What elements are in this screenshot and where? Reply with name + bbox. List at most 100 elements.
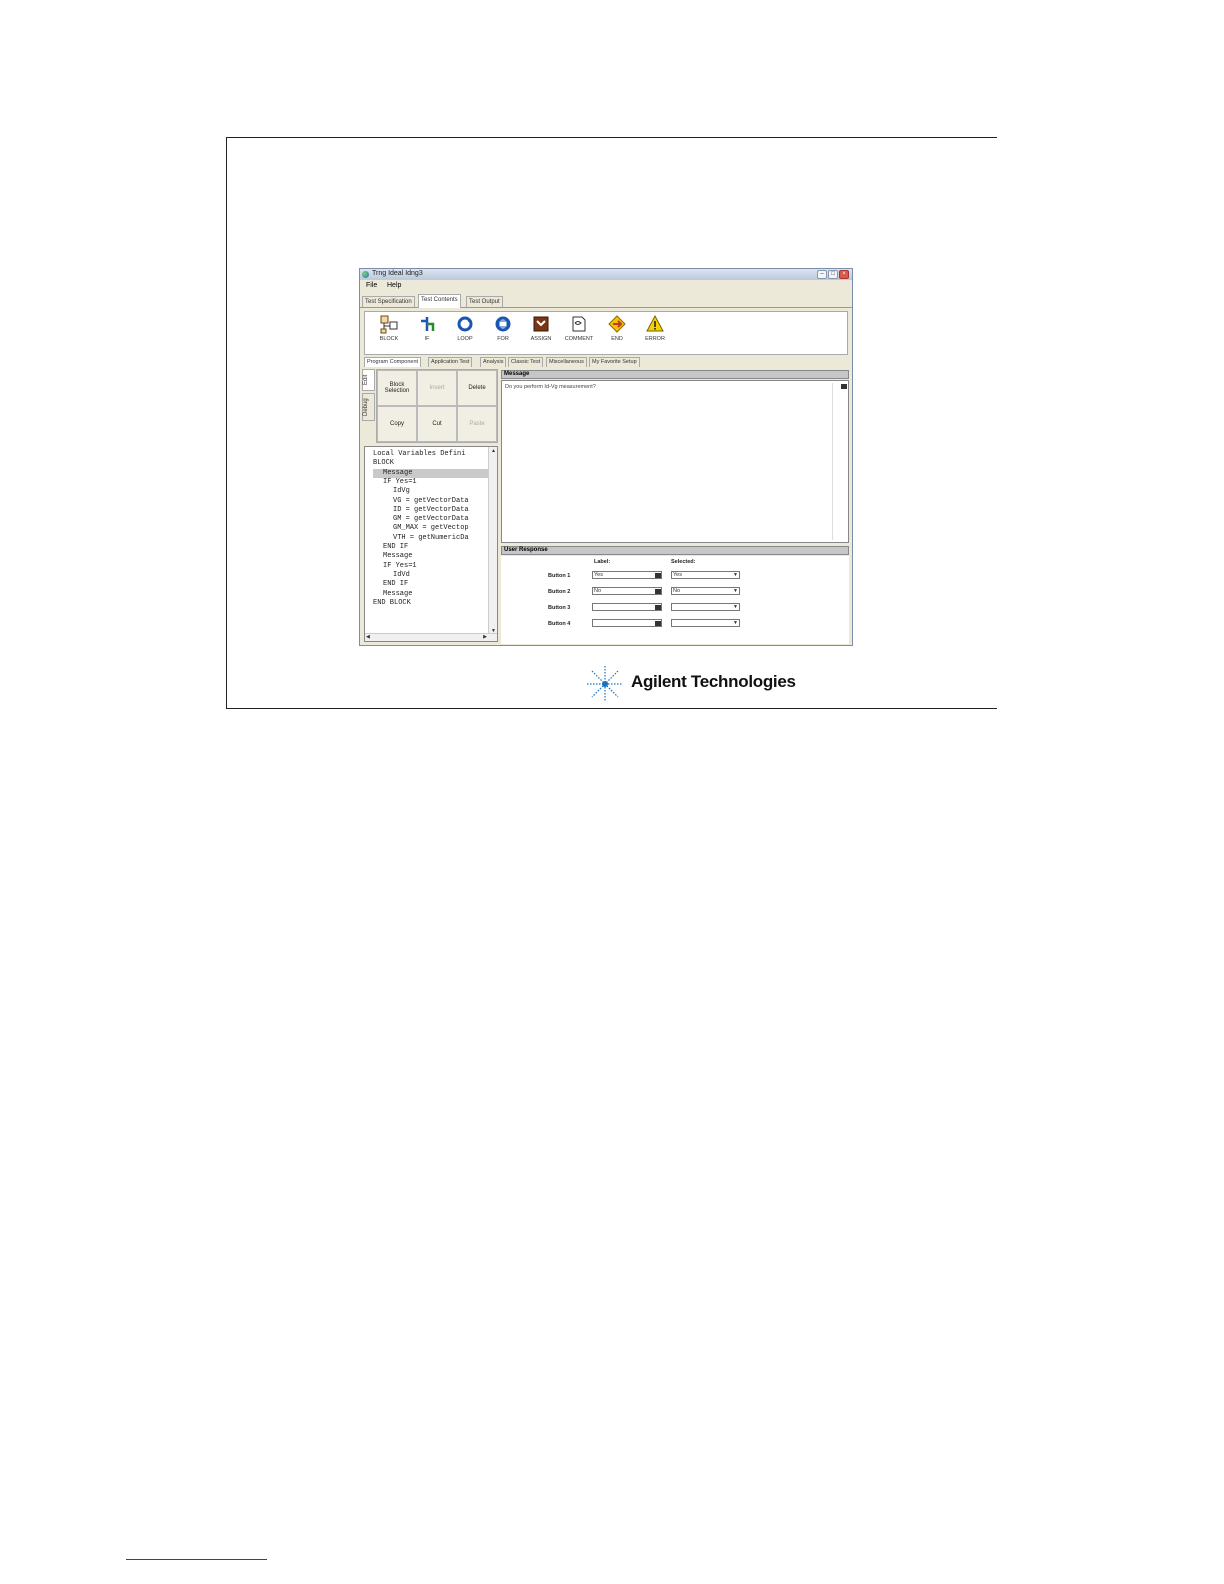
edit-icon[interactable] bbox=[655, 621, 661, 626]
program-tree[interactable]: Local Variables Defini BLOCK Message IF Yes… bbox=[364, 446, 498, 642]
label-column-header: Label: bbox=[594, 559, 611, 565]
chevron-down-icon[interactable]: ▼ bbox=[733, 588, 738, 594]
minimize-icon[interactable]: – bbox=[817, 270, 827, 279]
chevron-down-icon[interactable]: ▼ bbox=[733, 604, 738, 610]
title-bar[interactable]: Trng Ideal Idng3 – □ × bbox=[360, 269, 852, 280]
tool-if[interactable]: IF bbox=[410, 314, 444, 352]
if-icon bbox=[421, 317, 435, 331]
tool-end[interactable]: END bbox=[600, 314, 634, 352]
button-4-label-field[interactable] bbox=[592, 619, 662, 627]
tree-node[interactable]: VG = getVectorData bbox=[393, 497, 469, 506]
for-icon bbox=[495, 316, 511, 332]
tool-label: ERROR bbox=[645, 336, 665, 342]
copy-button[interactable]: Copy bbox=[377, 406, 417, 442]
edit-icon[interactable] bbox=[655, 589, 661, 594]
tree-node[interactable]: IF Yes=1 bbox=[383, 562, 417, 571]
tool-label: BLOCK bbox=[379, 336, 399, 342]
message-text[interactable]: Do you perform Id-Vg measurement? bbox=[505, 384, 596, 390]
button-2-label-field[interactable]: No bbox=[592, 587, 662, 595]
button-3-label-field[interactable] bbox=[592, 603, 662, 611]
button-3-selected-dropdown[interactable] bbox=[671, 603, 740, 611]
button-1-label-field[interactable]: Yes bbox=[592, 571, 662, 579]
tool-for[interactable]: FOR bbox=[486, 314, 520, 352]
button-row-label: Button 2 bbox=[548, 589, 571, 595]
comment-icon bbox=[572, 316, 586, 332]
tool-comment[interactable]: COMMENT bbox=[562, 314, 596, 352]
palette-tabs: Program Component Application Test Analy… bbox=[360, 357, 852, 367]
maximize-icon[interactable]: □ bbox=[828, 270, 838, 279]
tree-horizontal-scrollbar[interactable]: ◀ ▶ bbox=[365, 633, 497, 641]
loop-icon bbox=[457, 316, 473, 332]
edit-icon[interactable] bbox=[655, 573, 661, 578]
tab-test-contents[interactable]: Test Contents bbox=[418, 294, 461, 308]
scroll-left-icon[interactable]: ◀ bbox=[366, 634, 370, 640]
message-editor-icon[interactable] bbox=[841, 384, 847, 389]
tree-node[interactable]: END BLOCK bbox=[373, 599, 411, 608]
tab-miscellaneous[interactable]: Miscellaneous bbox=[546, 357, 587, 367]
tree-node[interactable]: Local Variables Defini bbox=[373, 450, 465, 459]
cut-button[interactable]: Cut bbox=[417, 406, 457, 442]
delete-button[interactable]: Delete bbox=[457, 370, 497, 406]
logo-text: Agilent Technologies bbox=[631, 672, 796, 691]
tree-node[interactable]: GM = getVectorData bbox=[393, 515, 469, 524]
tool-label: LOOP bbox=[457, 336, 473, 342]
tab-my-favorite-setup[interactable]: My Favorite Setup bbox=[589, 357, 640, 367]
tab-program-component[interactable]: Program Component bbox=[364, 357, 422, 367]
edit-icon[interactable] bbox=[655, 605, 661, 610]
tab-test-output[interactable]: Test Output bbox=[466, 296, 503, 307]
tree-node[interactable]: Message bbox=[383, 590, 412, 599]
scroll-right-icon[interactable]: ▶ bbox=[483, 634, 487, 640]
window-title: Trng Ideal Idng3 bbox=[372, 270, 423, 277]
tab-classic-test[interactable]: Classic Test bbox=[508, 357, 544, 367]
chevron-down-icon[interactable]: ▼ bbox=[733, 620, 738, 626]
message-scrollbar[interactable] bbox=[832, 383, 840, 540]
tab-edit[interactable]: Edit bbox=[362, 369, 375, 391]
user-response-header: User Response bbox=[501, 546, 849, 555]
block-selection-button[interactable]: Block Selection bbox=[377, 370, 417, 406]
button-1-selected-dropdown[interactable]: Yes bbox=[671, 571, 740, 579]
tree-node[interactable]: ID = getVectorData bbox=[393, 506, 469, 515]
end-icon bbox=[608, 315, 626, 333]
tab-analysis[interactable]: Analysis bbox=[480, 357, 507, 367]
tab-test-specification[interactable]: Test Specification bbox=[362, 296, 415, 307]
tab-debug[interactable]: Debug bbox=[362, 393, 375, 421]
tree-node[interactable]: Message bbox=[383, 552, 412, 561]
menu-bar: File Help bbox=[360, 281, 852, 291]
user-response-area: Label: Selected: Button 1 Yes Yes ▼ Butt… bbox=[501, 556, 849, 644]
button-4-selected-dropdown[interactable] bbox=[671, 619, 740, 627]
tree-node[interactable]: IdVg bbox=[393, 487, 410, 496]
component-toolbar: BLOCK IF LOOP FOR ASSIGN COMMENT END ERR… bbox=[364, 311, 848, 355]
tree-node[interactable]: END IF bbox=[383, 580, 408, 589]
tool-label: END bbox=[611, 336, 623, 342]
tool-error[interactable]: ERROR bbox=[638, 314, 672, 352]
paste-button[interactable]: Paste bbox=[457, 406, 497, 442]
insert-button[interactable]: Insert bbox=[417, 370, 457, 406]
scroll-up-icon[interactable]: ▲ bbox=[491, 448, 496, 454]
menu-file[interactable]: File bbox=[366, 282, 377, 289]
tree-node[interactable]: GM_MAX = getVectop bbox=[393, 524, 469, 533]
tool-assign[interactable]: ASSIGN bbox=[524, 314, 558, 352]
tab-application-test[interactable]: Application Test bbox=[428, 357, 473, 367]
assign-icon bbox=[533, 316, 549, 332]
message-area[interactable]: Do you perform Id-Vg measurement? bbox=[501, 380, 849, 543]
tree-node[interactable]: BLOCK bbox=[373, 459, 394, 468]
top-tabs: Test Specification Test Contents Test Ou… bbox=[360, 293, 852, 308]
tree-node[interactable]: IdVd bbox=[393, 571, 410, 580]
chevron-down-icon[interactable]: ▼ bbox=[733, 572, 738, 578]
tree-node[interactable]: IF Yes=1 bbox=[383, 478, 417, 487]
edit-buttons: Block Selection Insert Delete Copy Cut P… bbox=[376, 369, 498, 443]
close-icon[interactable]: × bbox=[839, 270, 849, 279]
button-row-label: Button 1 bbox=[548, 573, 571, 579]
tool-loop[interactable]: LOOP bbox=[448, 314, 482, 352]
tree-node[interactable]: Message bbox=[373, 468, 493, 478]
menu-help[interactable]: Help bbox=[387, 282, 401, 289]
tool-label: IF bbox=[424, 336, 430, 342]
tree-vertical-scrollbar[interactable]: ▲ ▼ bbox=[488, 447, 497, 635]
tree-node[interactable]: END IF bbox=[383, 543, 408, 552]
message-header: Message bbox=[501, 370, 849, 379]
app-icon bbox=[362, 271, 369, 278]
tree-node[interactable]: VTH = getNumericDa bbox=[393, 534, 469, 543]
block-icon bbox=[380, 315, 398, 334]
tool-block[interactable]: BLOCK bbox=[372, 314, 406, 352]
button-2-selected-dropdown[interactable]: No bbox=[671, 587, 740, 595]
